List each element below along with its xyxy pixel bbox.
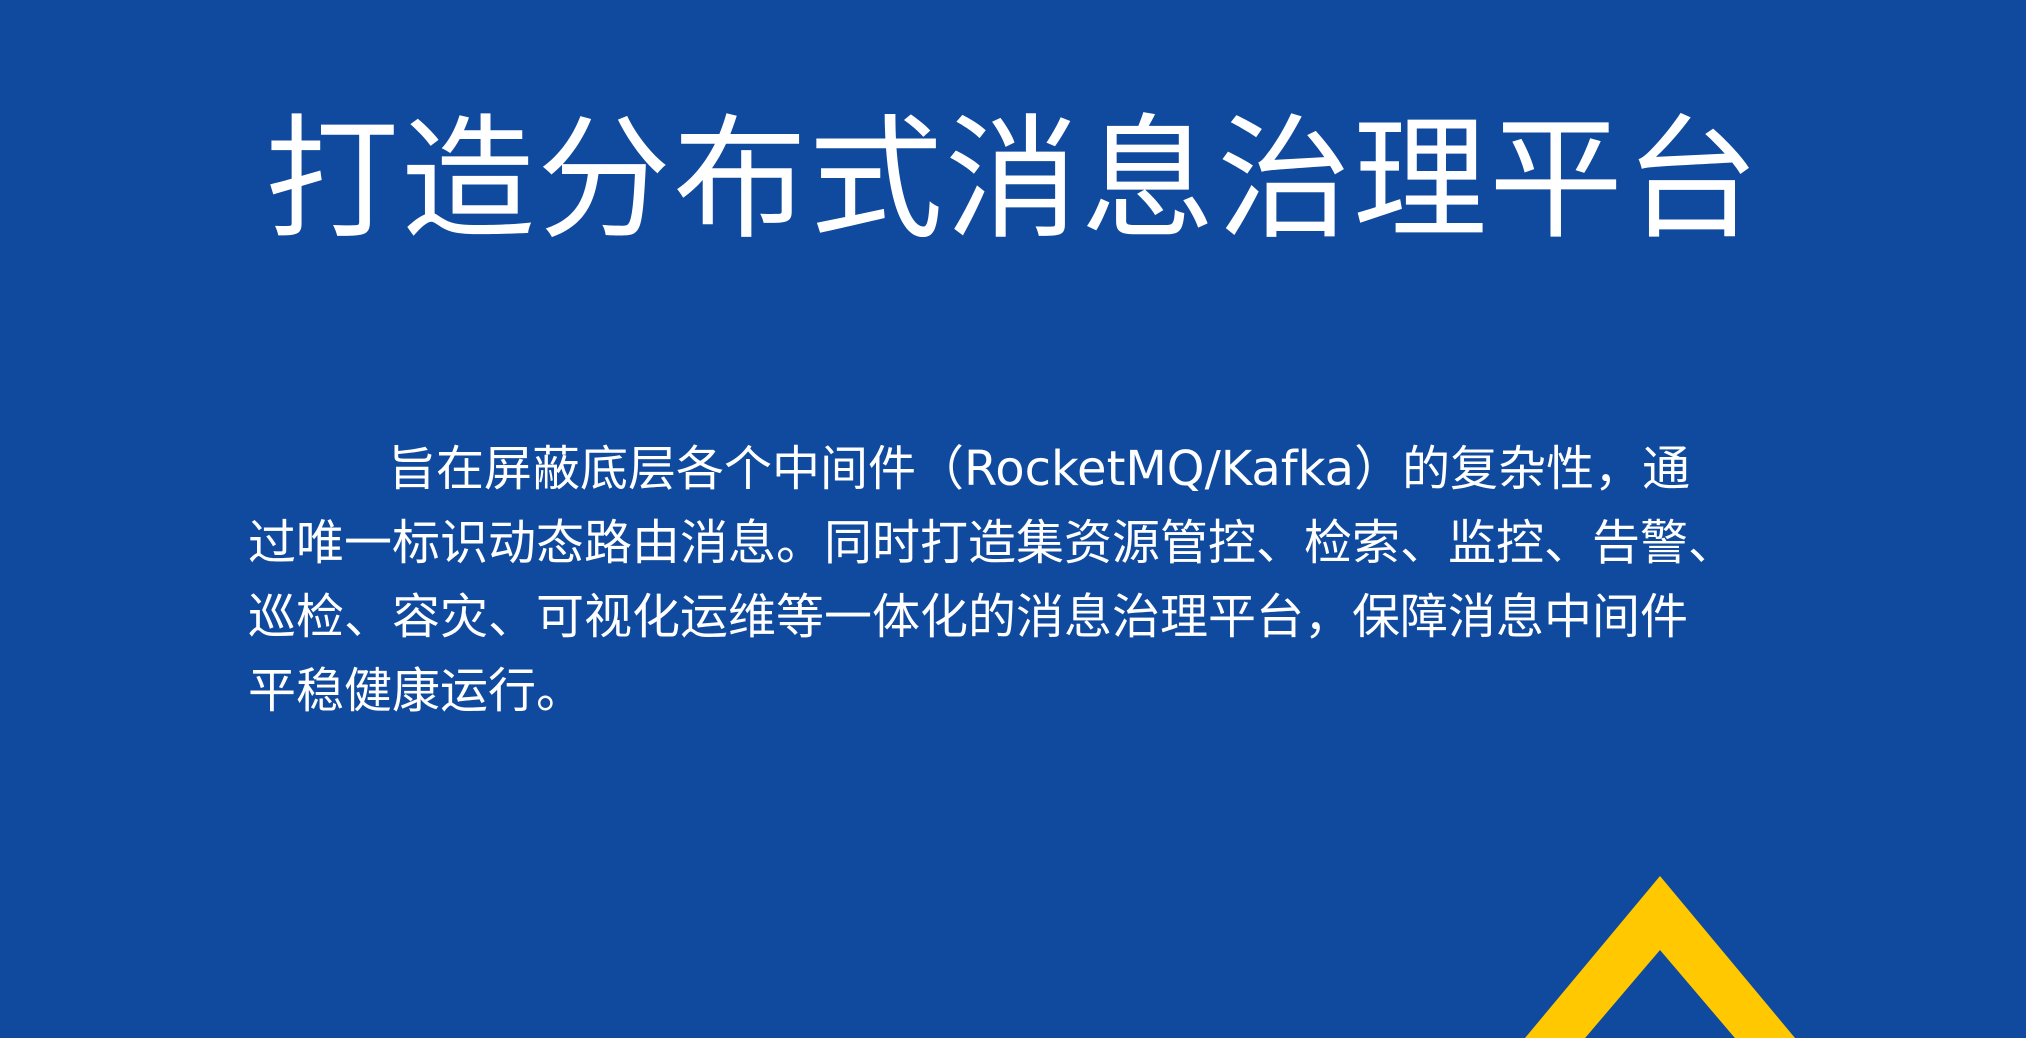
slide: 打造分布式消息治理平台 旨在屏蔽底层各个中间件（RocketMQ/Kafka）的… — [0, 0, 2026, 1038]
description-line-4: 平稳健康运行。 — [248, 663, 585, 719]
description-line-1: 旨在屏蔽底层各个中间件（RocketMQ/Kafka）的复杂性，通 — [388, 441, 1691, 497]
description-line-3: 巡检、容灾、可视化运维等一体化的消息治理平台，保障消息中间件 — [248, 589, 1689, 645]
yellow-chevron-triangle-icon — [1525, 876, 1795, 1038]
slide-description: 旨在屏蔽底层各个中间件（RocketMQ/Kafka）的复杂性，通 过唯一标识动… — [248, 432, 1808, 728]
description-line-2: 过唯一标识动态路由消息。同时打造集资源管控、检索、监控、告警、 — [248, 515, 1737, 571]
slide-title: 打造分布式消息治理平台 — [264, 102, 1761, 258]
